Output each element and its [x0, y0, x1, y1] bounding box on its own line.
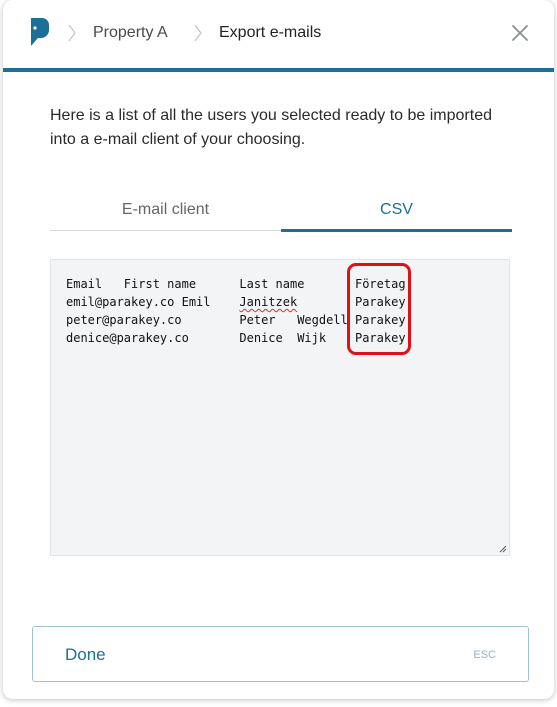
header-accent-bar: [3, 68, 554, 72]
chevron-right-icon: [68, 24, 76, 42]
esc-shortcut-hint: ESC: [473, 649, 496, 661]
export-format-tabs: E-mail client CSV: [50, 194, 512, 232]
close-icon[interactable]: [508, 21, 532, 45]
tab-email-client[interactable]: E-mail client: [50, 194, 281, 230]
company-column-highlight: [347, 263, 411, 355]
done-button-label: Done: [65, 645, 106, 664]
tab-csv[interactable]: CSV: [281, 194, 512, 232]
dialog-header: Property A Export e-mails: [3, 0, 554, 68]
resize-grip-icon[interactable]: [499, 545, 507, 553]
breadcrumb-property[interactable]: Property A: [93, 22, 168, 44]
misspelled-word: Janitzek: [239, 295, 298, 309]
chevron-right-icon: [194, 24, 202, 42]
csv-textarea[interactable]: Email First name Last name Företag emil@…: [50, 259, 510, 556]
done-button[interactable]: Done ESC: [32, 626, 529, 682]
breadcrumb-current-page: Export e-mails: [219, 24, 322, 41]
intro-text: Here is a list of all the users you sele…: [50, 107, 492, 148]
export-emails-dialog: Property A Export e-mails Here is a list…: [3, 0, 554, 699]
parakey-logo-icon: [31, 18, 49, 46]
